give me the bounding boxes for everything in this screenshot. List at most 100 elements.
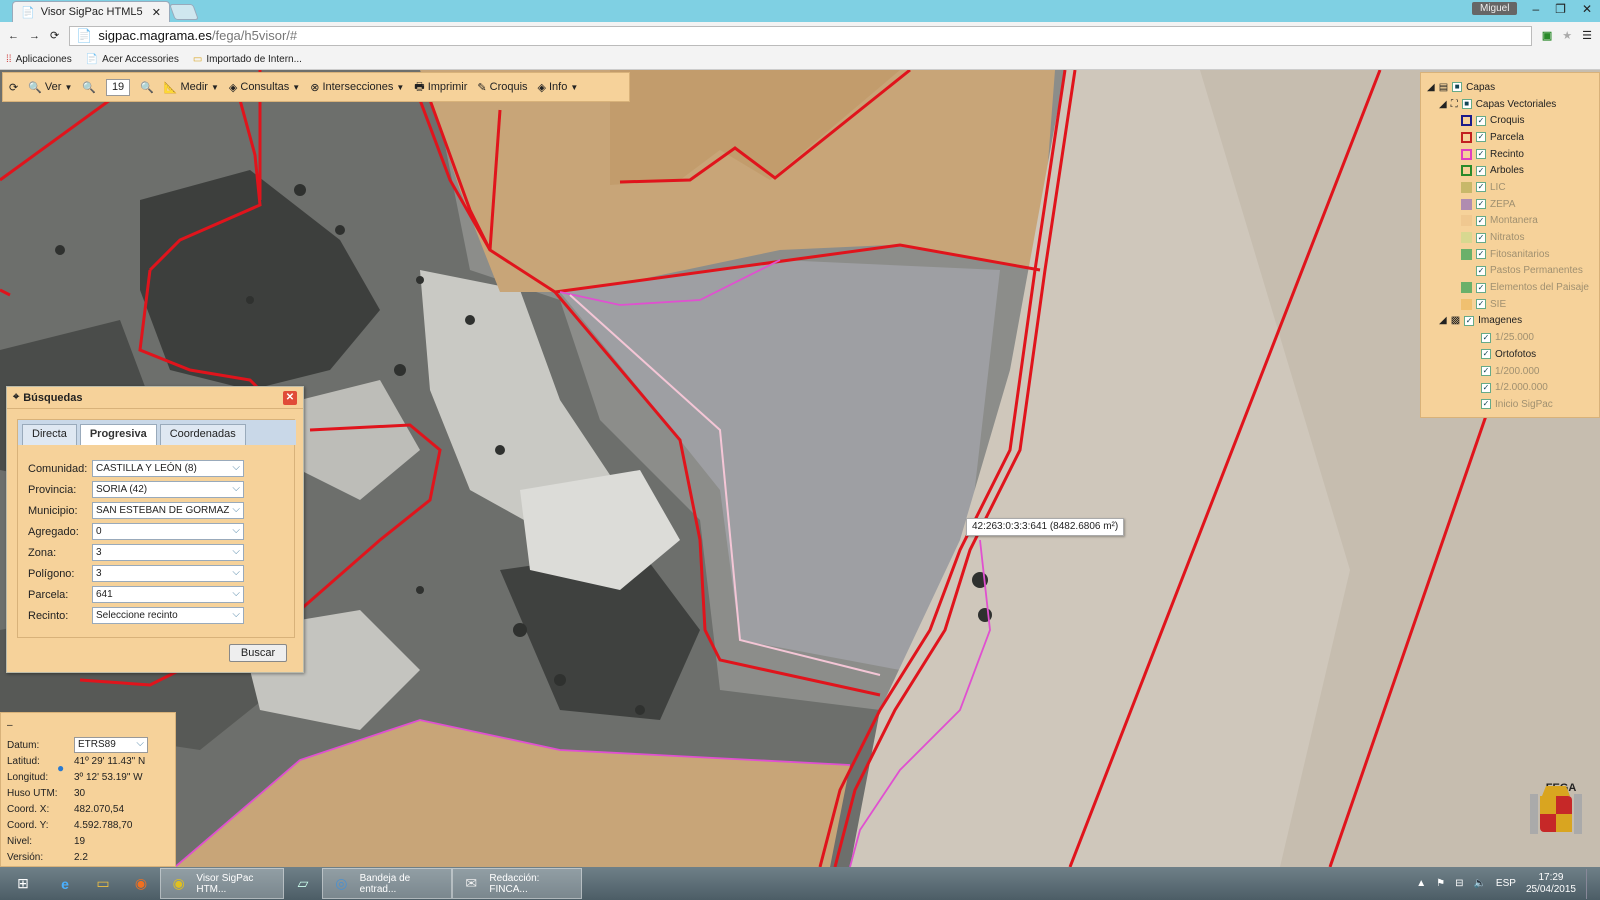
layer-tree-root[interactable]: ◢ ▤ ■ Capas xyxy=(1427,79,1599,96)
layer-checkbox[interactable]: ✓ xyxy=(1481,366,1491,377)
bookmark-acer[interactable]: 📄 Acer Accessories xyxy=(86,54,179,65)
refresh-icon[interactable]: ⟳ xyxy=(9,81,18,94)
imprimir-button[interactable]: 🖶 Imprimir xyxy=(414,78,467,97)
layer-row[interactable]: ✓ Croquis xyxy=(1427,112,1599,129)
layer-checkbox[interactable]: ✓ xyxy=(1481,382,1491,393)
layer-checkbox[interactable]: ✓ xyxy=(1476,182,1486,193)
field-select[interactable]: CASTILLA Y LEÓN (8) xyxy=(92,460,244,477)
image-layer-row[interactable]: ✓ 1/2.000.000 xyxy=(1427,379,1599,396)
browser-tab[interactable]: 📄 Visor SigPac HTML5 ✕ xyxy=(12,1,170,22)
volume-icon[interactable]: 🔈 xyxy=(1473,878,1485,889)
layer-checkbox[interactable]: ✓ xyxy=(1476,165,1486,176)
layer-row[interactable]: ✓ Fitosanitarios xyxy=(1427,246,1599,263)
restore-icon[interactable]: ❐ xyxy=(1555,2,1566,16)
network-icon[interactable]: ⊟ xyxy=(1455,878,1463,889)
layer-checkbox[interactable]: ✓ xyxy=(1476,265,1486,276)
image-layer-row[interactable]: ✓ Inicio SigPac xyxy=(1427,396,1599,413)
zoom-level-input[interactable]: 19 xyxy=(106,78,131,96)
medir-menu[interactable]: 📐 Medir ▼ xyxy=(164,81,219,94)
layer-row[interactable]: ✓ Pastos Permanentes xyxy=(1427,263,1599,280)
layer-checkbox[interactable]: ✓ xyxy=(1476,115,1486,126)
minimize-icon[interactable]: – xyxy=(1532,2,1539,16)
layer-checkbox[interactable]: ✓ xyxy=(1481,399,1491,410)
layer-row[interactable]: ✓ Elementos del Paisaje xyxy=(1427,279,1599,296)
language-indicator[interactable]: ESP xyxy=(1496,878,1516,889)
layer-checkbox[interactable]: ■ xyxy=(1461,99,1472,110)
layer-checkbox[interactable]: ✓ xyxy=(1481,349,1491,360)
tab-coordenadas[interactable]: Coordenadas xyxy=(159,424,246,445)
url-input[interactable]: 📄 sigpac.magrama.es/fega/h5visor/# xyxy=(69,25,1532,46)
tab-directa[interactable]: Directa xyxy=(22,424,77,445)
zoom-out-button[interactable]: 🔍 xyxy=(82,81,96,94)
datum-select[interactable]: ETRS89 xyxy=(74,737,148,753)
flag-icon[interactable]: ⚑ xyxy=(1436,878,1445,889)
layer-checkbox[interactable]: ✓ xyxy=(1481,332,1491,343)
field-select[interactable]: 641 xyxy=(92,586,244,603)
expand-icon[interactable]: ◢ xyxy=(1439,315,1447,326)
croquis-button[interactable]: ✎ Croquis xyxy=(477,81,527,94)
layer-row[interactable]: ✓ SIE xyxy=(1427,296,1599,313)
layer-checkbox[interactable]: ✓ xyxy=(1476,232,1486,243)
buscar-button[interactable]: Buscar xyxy=(229,644,287,662)
layer-checkbox[interactable]: ■ xyxy=(1452,82,1463,93)
layer-checkbox[interactable]: ✓ xyxy=(1476,215,1486,226)
layer-group-vector[interactable]: ◢ ⛶ ■ Capas Vectoriales xyxy=(1427,96,1599,113)
consultas-menu[interactable]: ◈ Consultas ▼ xyxy=(229,81,300,94)
layer-row[interactable]: ✓ Montanera xyxy=(1427,213,1599,230)
layer-checkbox[interactable]: ✓ xyxy=(1476,199,1486,210)
tray-expand-icon[interactable]: ▲ xyxy=(1416,878,1426,889)
taskbar-app[interactable]: ▱ xyxy=(284,868,322,899)
intersecciones-menu[interactable]: ⊗ Intersecciones ▼ xyxy=(310,81,404,94)
field-select[interactable]: 3 xyxy=(92,544,244,561)
taskbar-firefox[interactable]: ◉ xyxy=(122,868,160,899)
close-window-icon[interactable]: ✕ xyxy=(1582,2,1592,16)
menu-icon[interactable]: ☰ xyxy=(1582,29,1592,42)
bookmark-folder[interactable]: ▭ Importado de Intern... xyxy=(193,54,302,65)
layer-checkbox[interactable]: ✓ xyxy=(1476,132,1486,143)
layer-row[interactable]: ✓ Arboles xyxy=(1427,162,1599,179)
ver-menu[interactable]: 🔍 Ver ▼ xyxy=(28,81,72,94)
taskbar-compose[interactable]: ✉ Redacción: FINCA... xyxy=(452,868,582,899)
layer-row[interactable]: ✓ Parcela xyxy=(1427,129,1599,146)
zoom-in-button[interactable]: 🔍 xyxy=(140,81,154,94)
new-tab-button[interactable] xyxy=(169,4,199,20)
field-select[interactable]: 3 xyxy=(92,565,244,582)
star-icon[interactable]: ★ xyxy=(1562,29,1572,42)
image-layer-row[interactable]: ✓ Ortofotos xyxy=(1427,346,1599,363)
panel-collapse[interactable]: – xyxy=(7,717,169,733)
field-select[interactable]: 0 xyxy=(92,523,244,540)
info-menu[interactable]: ◈ Info ▼ xyxy=(538,81,579,94)
expand-icon[interactable]: ◢ xyxy=(1427,82,1435,93)
layer-row[interactable]: ✓ LIC xyxy=(1427,179,1599,196)
extension-icon[interactable]: ▣ xyxy=(1542,29,1552,42)
field-select[interactable]: SAN ESTEBAN DE GORMAZ xyxy=(92,502,244,519)
close-icon[interactable]: ✕ xyxy=(283,390,297,405)
image-layer-row[interactable]: ✓ 1/25.000 xyxy=(1427,329,1599,346)
layer-row[interactable]: ✓ ZEPA xyxy=(1427,196,1599,213)
image-layer-row[interactable]: ✓ 1/200.000 xyxy=(1427,363,1599,380)
tab-close-icon[interactable]: ✕ xyxy=(152,6,161,19)
clock[interactable]: 17:29 25/04/2015 xyxy=(1526,872,1576,896)
taskbar-explorer[interactable]: ▭ xyxy=(84,868,122,899)
bookmark-apps[interactable]: ⁞⁞ Aplicaciones xyxy=(6,54,72,65)
tab-progresiva[interactable]: Progresiva xyxy=(79,424,157,445)
collapse-icon[interactable]: – xyxy=(7,720,13,731)
taskbar-ie[interactable]: e xyxy=(46,868,84,899)
taskbar-outlook[interactable]: ◎ Bandeja de entrad... xyxy=(322,868,452,899)
forward-icon[interactable]: → xyxy=(29,30,40,42)
layer-row[interactable]: ✓ Nitratos xyxy=(1427,229,1599,246)
layer-checkbox[interactable]: ✓ xyxy=(1476,299,1486,310)
layer-group-images[interactable]: ◢ ▩ ✓ Imagenes xyxy=(1427,313,1599,330)
user-badge[interactable]: Miguel xyxy=(1472,2,1518,15)
taskbar-chrome[interactable]: ◉ Visor SigPac HTM... xyxy=(160,868,284,899)
expand-icon[interactable]: ◢ xyxy=(1439,99,1447,110)
field-select[interactable]: SORIA (42) xyxy=(92,481,244,498)
search-dialog-header[interactable]: ⌖ Búsquedas ✕ xyxy=(7,387,303,409)
layer-checkbox[interactable]: ✓ xyxy=(1464,315,1475,326)
layer-checkbox[interactable]: ✓ xyxy=(1476,149,1486,160)
layer-checkbox[interactable]: ✓ xyxy=(1476,249,1486,260)
layer-row[interactable]: ✓ Recinto xyxy=(1427,146,1599,163)
field-select[interactable]: Seleccione recinto xyxy=(92,607,244,624)
layer-checkbox[interactable]: ✓ xyxy=(1476,282,1486,293)
show-desktop-button[interactable] xyxy=(1586,868,1592,899)
